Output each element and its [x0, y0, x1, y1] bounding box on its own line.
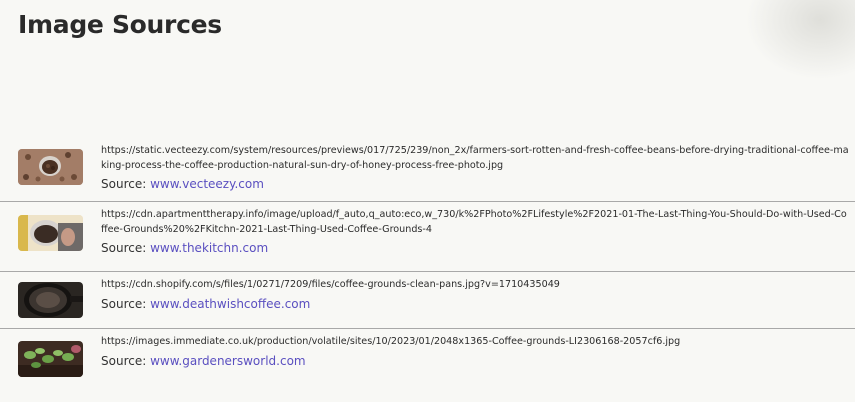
source-list: https://static.vecteezy.com/system/resou… [0, 138, 855, 389]
coffee-beans-thumbnail [18, 149, 83, 185]
source-line: Source: www.vecteezy.com [101, 176, 849, 193]
image-url: https://cdn.apartmenttherapy.info/image/… [101, 209, 847, 235]
list-item: https://static.vecteezy.com/system/resou… [0, 138, 855, 202]
source-label: Source: [101, 241, 147, 255]
page-title: Image Sources [18, 10, 222, 39]
list-item: https://cdn.apartmenttherapy.info/image/… [0, 202, 855, 272]
source-line: Source: www.deathwishcoffee.com [101, 296, 849, 313]
coffee-grounds-plants-thumbnail [18, 341, 83, 377]
source-link-deathwishcoffee[interactable]: www.deathwishcoffee.com [150, 297, 310, 311]
source-link-gardenersworld[interactable]: www.gardenersworld.com [150, 354, 306, 368]
source-label: Source: [101, 177, 147, 191]
source-label: Source: [101, 296, 147, 311]
image-url: https://cdn.shopify.com/s/files/1/0271/7… [101, 279, 560, 290]
coffee-grounds-pan-thumbnail [18, 282, 83, 318]
source-line: Source: www.gardenersworld.com [101, 353, 849, 370]
list-item: https://cdn.shopify.com/s/files/1/0271/7… [0, 272, 855, 329]
coffee-grounds-hand-thumbnail [18, 215, 83, 251]
corner-shadow [745, 0, 855, 80]
source-link-vecteezy[interactable]: www.vecteezy.com [150, 177, 264, 191]
source-label: Source: [101, 353, 147, 368]
source-link-thekitchn[interactable]: www.thekitchn.com [150, 241, 268, 255]
image-url: https://images.immediate.co.uk/productio… [101, 336, 681, 347]
source-line: Source: www.thekitchn.com [101, 240, 849, 257]
list-item: https://images.immediate.co.uk/productio… [0, 329, 855, 389]
image-url: https://static.vecteezy.com/system/resou… [101, 145, 849, 171]
